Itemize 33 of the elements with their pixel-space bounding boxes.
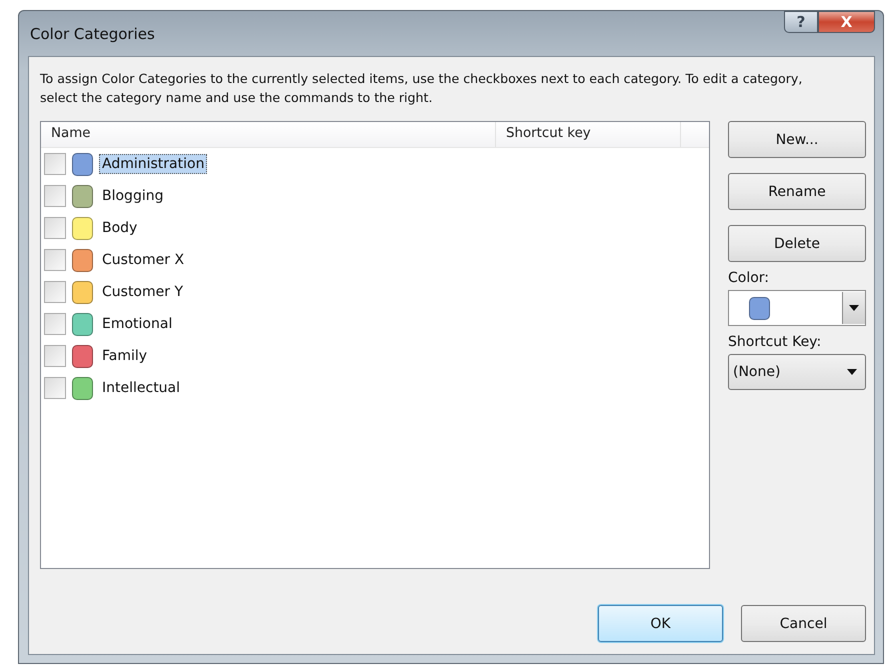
category-checkbox[interactable]	[44, 153, 66, 175]
command-button[interactable]: Rename	[728, 173, 866, 210]
shortcut-key-label: Shortcut Key:	[728, 334, 822, 350]
help-button[interactable]: ?	[784, 11, 818, 33]
shortcut-key-dropdown[interactable]: (None)	[728, 354, 866, 390]
color-label: Color:	[728, 270, 770, 286]
category-checkbox[interactable]	[44, 185, 66, 207]
cancel-button[interactable]: Cancel	[741, 605, 866, 642]
close-button[interactable]: X	[818, 11, 875, 33]
category-checkbox[interactable]	[44, 249, 66, 271]
category-checkbox[interactable]	[44, 281, 66, 303]
window-title: Color Categories	[29, 24, 155, 42]
category-name[interactable]: Customer Y	[99, 282, 186, 302]
dropdown-arrow-icon	[849, 305, 859, 311]
command-button[interactable]: New...	[728, 121, 866, 158]
category-name[interactable]: Customer X	[99, 250, 188, 270]
category-name[interactable]: Intellectual	[99, 378, 184, 398]
instructions-text: To assign Color Categories to the currently selected items, use the checkboxes next to each category. To edit a category, select the category name and use the commands to the right.	[40, 70, 804, 107]
column-header[interactable]: Name	[41, 122, 496, 147]
category-name[interactable]: Body	[99, 218, 140, 238]
color-dropdown[interactable]	[728, 290, 866, 326]
dropdown-arrow-icon	[847, 369, 857, 375]
category-checkbox[interactable]	[44, 217, 66, 239]
category-name[interactable]: Blogging	[99, 186, 166, 206]
category-name[interactable]: Administration	[99, 154, 208, 174]
category-checkbox[interactable]	[44, 345, 66, 367]
category-name[interactable]: Emotional	[99, 314, 176, 334]
category-name[interactable]: Family	[99, 346, 150, 366]
category-checkbox[interactable]	[44, 377, 66, 399]
column-header[interactable]: Shortcut key	[496, 122, 681, 147]
ok-button[interactable]: OK	[598, 605, 723, 642]
category-checkbox[interactable]	[44, 313, 66, 335]
command-button[interactable]: Delete	[728, 225, 866, 262]
